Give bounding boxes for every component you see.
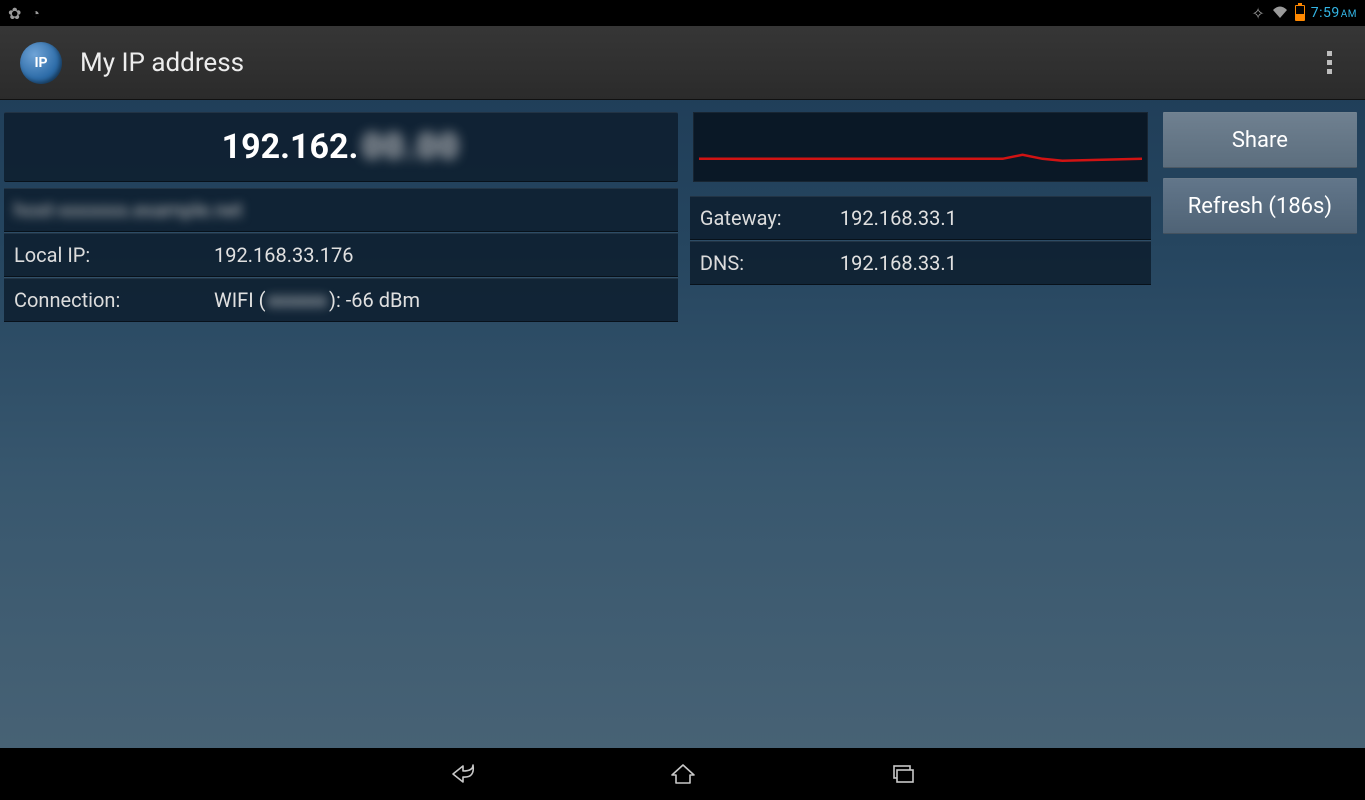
back-button[interactable] bbox=[443, 754, 483, 794]
status-bar: ✿ ◔ ✧ 7:59AM bbox=[0, 0, 1365, 26]
right-column: Share Refresh (186s) bbox=[1163, 112, 1357, 234]
dns-value: 192.168.33.1 bbox=[840, 251, 957, 275]
connection-row: Connection: WIFI (xxxxxx): -66 dBm bbox=[4, 278, 678, 322]
refresh-button[interactable]: Refresh (186s) bbox=[1163, 178, 1357, 234]
hostname-value: host-xxxxxxx.example.net bbox=[14, 198, 243, 222]
middle-column: Gateway: 192.168.33.1 DNS: 192.168.33.1 bbox=[690, 112, 1151, 285]
left-column: 192.162.00.00 host-xxxxxxx.example.net L… bbox=[4, 112, 678, 322]
local-ip-label: Local IP: bbox=[14, 243, 214, 267]
connection-value: WIFI (xxxxxx): -66 dBm bbox=[214, 288, 420, 312]
connection-ssid-masked: xxxxxx bbox=[265, 288, 329, 312]
overflow-menu-button[interactable] bbox=[1309, 43, 1349, 83]
vibrate-icon: ✧ bbox=[1251, 4, 1264, 23]
connection-label: Connection: bbox=[14, 288, 214, 312]
share-button[interactable]: Share bbox=[1163, 112, 1357, 168]
dot-icon bbox=[1327, 60, 1332, 65]
gateway-label: Gateway: bbox=[700, 206, 840, 230]
wifi-icon bbox=[1271, 4, 1289, 23]
home-button[interactable] bbox=[663, 754, 703, 794]
gateway-value: 192.168.33.1 bbox=[840, 206, 957, 230]
clock-ampm: AM bbox=[1341, 9, 1357, 20]
main-content: 192.162.00.00 host-xxxxxxx.example.net L… bbox=[0, 100, 1365, 748]
navigation-bar bbox=[0, 748, 1365, 800]
local-ip-value: 192.168.33.176 bbox=[214, 243, 353, 267]
app-icon-text: IP bbox=[34, 55, 47, 71]
status-clock: 7:59AM bbox=[1311, 5, 1357, 21]
app-icon: IP bbox=[20, 42, 62, 84]
dns-label: DNS: bbox=[700, 251, 840, 275]
local-ip-row: Local IP: 192.168.33.176 bbox=[4, 233, 678, 277]
share-button-label: Share bbox=[1232, 128, 1288, 153]
app-title: My IP address bbox=[80, 48, 244, 78]
connection-suffix: ): -66 dBm bbox=[329, 288, 420, 312]
gateway-row: Gateway: 192.168.33.1 bbox=[690, 196, 1151, 240]
dns-row: DNS: 192.168.33.1 bbox=[690, 241, 1151, 285]
public-ip-masked: 00.00 bbox=[362, 127, 460, 167]
recent-apps-button[interactable] bbox=[883, 754, 923, 794]
dot-icon bbox=[1327, 51, 1332, 56]
dot-icon bbox=[1327, 69, 1332, 74]
refresh-button-label: Refresh (186s) bbox=[1188, 194, 1332, 219]
action-bar: IP My IP address bbox=[0, 26, 1365, 100]
battery-icon bbox=[1295, 5, 1305, 21]
gear-icon: ✿ bbox=[8, 4, 21, 23]
clock-time: 7:59 bbox=[1311, 5, 1340, 21]
signal-graph bbox=[693, 112, 1148, 182]
hostname-row: host-xxxxxxx.example.net bbox=[4, 188, 678, 232]
android-debug-icon: ◔ bbox=[31, 5, 39, 22]
public-ip-prefix: 192.162. bbox=[222, 127, 359, 167]
connection-prefix: WIFI ( bbox=[214, 288, 265, 312]
public-ip-panel[interactable]: 192.162.00.00 bbox=[4, 112, 678, 182]
